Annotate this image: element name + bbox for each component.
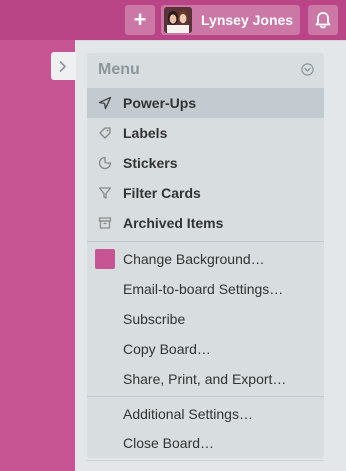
menu-item-label: Labels [123,125,168,141]
chevron-right-icon [59,61,66,72]
menu-item-label: Additional Settings… [123,406,253,422]
menu-item-additional-settings[interactable]: Additional Settings… [87,399,324,429]
menu-item-labels[interactable]: Labels [87,118,324,148]
board-menu: Menu Power-Ups Labels Stickers Filter Ca… [87,53,324,458]
menu-item-power-ups[interactable]: Power-Ups [87,88,324,118]
chevron-down-circle-icon[interactable] [301,63,314,76]
drawer-divider [87,460,324,461]
menu-item-share-print-export[interactable]: Share, Print, and Export… [87,364,324,394]
menu-title: Menu [98,61,140,78]
tag-icon [99,127,111,139]
collapse-menu-button[interactable] [51,52,76,80]
background-color-swatch [95,249,115,269]
menu-item-label: Change Background… [123,251,265,267]
menu-item-subscribe[interactable]: Subscribe [87,304,324,334]
board-page: + Lynsey Jones Menu Power-Ups Labels Sti… [0,0,346,471]
menu-divider [87,241,324,242]
notifications-button[interactable] [308,5,338,35]
menu-item-copy-board[interactable]: Copy Board… [87,334,324,364]
menu-item-filter-cards[interactable]: Filter Cards [87,178,324,208]
menu-item-label: Copy Board… [123,341,211,357]
menu-divider [87,396,324,397]
bell-icon [315,12,331,29]
menu-item-archived-items[interactable]: Archived Items [87,208,324,238]
user-name: Lynsey Jones [201,12,294,28]
menu-item-change-background[interactable]: Change Background… [87,244,324,274]
menu-item-label: Close Board… [123,435,215,451]
account-button[interactable]: Lynsey Jones [161,5,300,35]
menu-item-label: Power-Ups [123,95,197,111]
board-header: + Lynsey Jones [0,0,346,40]
menu-item-close-board[interactable]: Close Board… [87,428,324,458]
menu-item-label: Filter Cards [123,185,201,201]
menu-item-label: Archived Items [123,215,224,231]
menu-header: Menu [87,53,324,88]
menu-item-email-to-board-settings[interactable]: Email-to-board Settings… [87,274,324,304]
plus-icon: + [133,7,147,32]
avatar [164,7,192,33]
filter-icon [98,187,112,199]
menu-item-label: Stickers [123,155,178,171]
menu-item-stickers[interactable]: Stickers [87,148,324,178]
sticker-icon [98,156,112,170]
menu-item-label: Subscribe [123,311,186,327]
menu-item-label: Email-to-board Settings… [123,281,284,297]
menu-item-label: Share, Print, and Export… [123,371,287,387]
add-button[interactable]: + [125,5,155,35]
archive-icon [98,217,112,229]
rocket-icon [98,96,112,110]
